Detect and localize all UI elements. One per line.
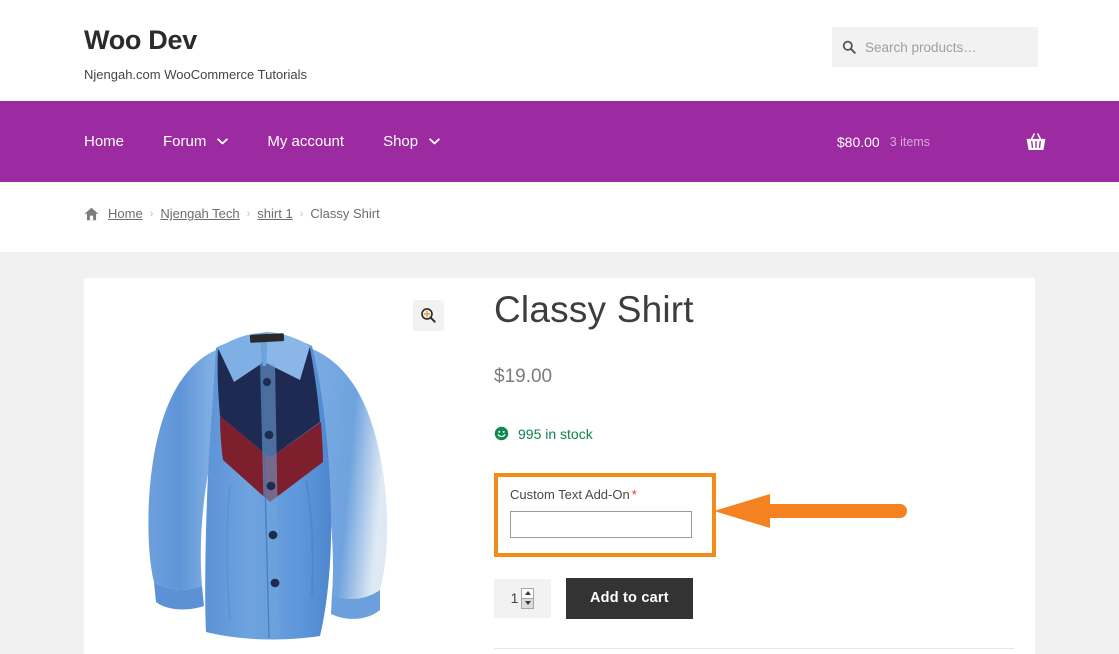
search-input[interactable] [865,39,1035,55]
cart-item-count: 3 items [889,134,930,149]
stock-status-text: 995 in stock [518,425,593,442]
cart-summary[interactable]: $80.00 3 items [837,101,1047,182]
product-page: Woo Dev Njengah.com WooCommerce Tutorial… [0,0,1119,654]
product-price: $19.00 [494,365,553,387]
site-branding[interactable]: Woo Dev Njengah.com WooCommerce Tutorial… [84,25,308,82]
spinner-up-arrow-icon [524,591,531,596]
quantity-value[interactable]: 1 [511,590,519,606]
breadcrumb: Home › Njengah Tech › shirt 1 › Classy S… [84,206,380,221]
shopping-basket-icon[interactable] [1025,132,1047,152]
chevron-down-icon [217,138,229,145]
search-icon [842,40,856,54]
cart-total: $80.00 [836,133,880,150]
required-asterisk: * [631,486,637,502]
chevron-down-icon [429,138,440,145]
nav-item-shop[interactable]: Shop [383,133,440,150]
home-icon[interactable] [84,207,99,221]
breadcrumb-item-shirt-1[interactable]: shirt 1 [257,206,292,221]
product-image-classy-shirt[interactable] [110,290,430,654]
product-meta-divider [494,647,1014,649]
quantity-spinner[interactable] [521,587,535,609]
image-zoom-button[interactable] [413,300,444,331]
site-title[interactable]: Woo Dev [84,25,307,56]
add-to-cart-button[interactable]: Add to cart [566,577,693,619]
product-content-card: Classy Shirt $19.00 995 in stock Custom … [84,278,1035,654]
breadcrumb-item-njengah-tech[interactable]: Njengah Tech [160,206,239,221]
custom-text-addon-label: Custom Text Add-On * [510,487,700,502]
product-summary: Classy Shirt $19.00 995 in stock Custom … [494,278,1034,654]
breadcrumb-bar: Home › Njengah Tech › shirt 1 › Classy S… [0,182,1119,252]
site-tagline: Njengah.com WooCommerce Tutorials [84,66,308,82]
stock-status: 995 in stock [494,426,1034,442]
quantity-increment-button[interactable] [522,588,534,599]
nav-item-label: Forum [163,133,207,150]
nav-item-label: My account [267,133,345,150]
breadcrumb-item-current: Classy Shirt [310,206,380,221]
product-gallery [84,278,454,654]
add-to-cart-row: 1 Add to cart [494,577,1034,619]
site-header: Woo Dev Njengah.com WooCommerce Tutorial… [0,0,1119,101]
custom-text-addon-label-text: Custom Text Add-On [510,486,630,502]
breadcrumb-separator: › [246,207,251,220]
nav-item-my-account[interactable]: My account [267,133,344,150]
nav-item-label: Shop [383,133,419,150]
green-smiley-icon [494,426,509,441]
nav-item-forum[interactable]: Forum [163,133,229,150]
magnifier-plus-icon [421,308,436,323]
nav-item-home[interactable]: Home [84,133,124,150]
quantity-stepper[interactable]: 1 [494,578,551,618]
product-title: Classy Shirt [494,289,694,330]
spinner-down-arrow-icon [524,601,531,606]
product-search-form[interactable] [832,27,1038,67]
nav-item-label: Home [84,133,125,150]
breadcrumb-separator: › [299,207,304,220]
breadcrumb-item-home[interactable]: Home [108,206,143,221]
nav-list: Home Forum My account Shop [84,101,479,182]
quantity-decrement-button[interactable] [522,598,534,608]
breadcrumb-separator: › [149,207,154,220]
primary-navigation: Home Forum My account Shop $80.00 3 item… [0,101,1119,182]
custom-text-addon-input[interactable] [510,510,692,538]
custom-text-addon-highlight: Custom Text Add-On * [494,472,716,557]
